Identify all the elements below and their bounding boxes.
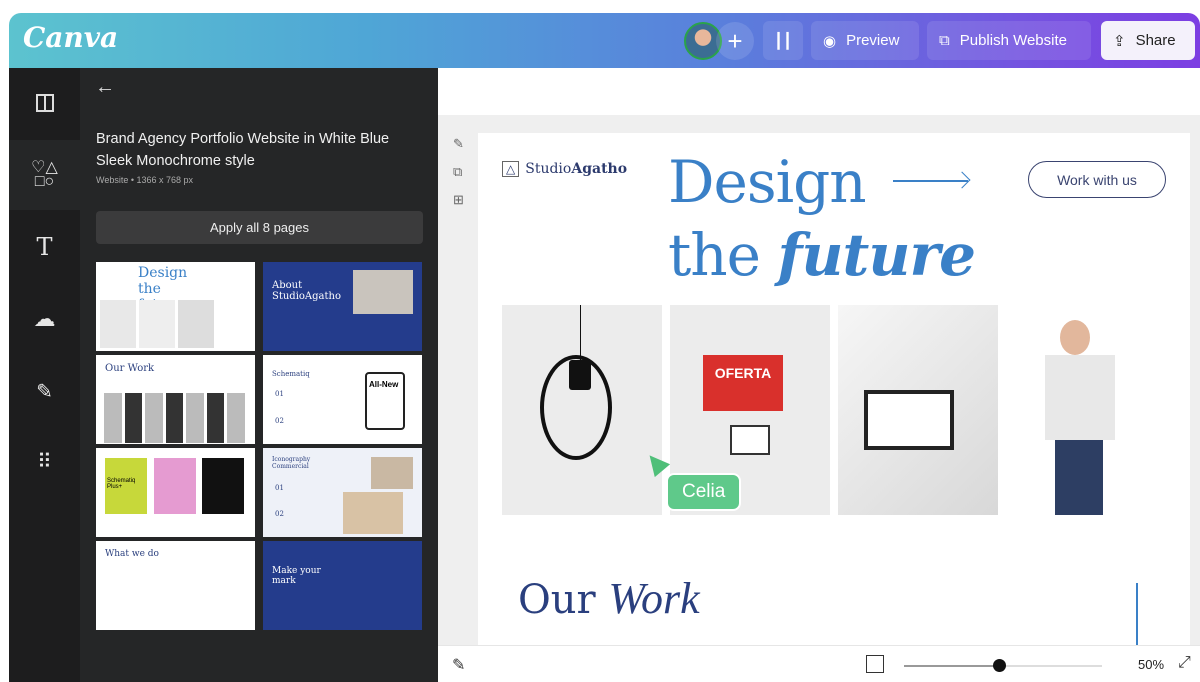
thumb-title: What we do: [105, 549, 159, 559]
zoom-level[interactable]: 50%: [1138, 657, 1164, 672]
duplicate-page-icon[interactable]: ⧉: [453, 164, 464, 180]
zoom-slider-fill: [904, 665, 1000, 667]
oferta-text: OFERTA: [703, 355, 783, 411]
template-title: Brand Agency Portfolio Website in White …: [96, 131, 390, 169]
rail-elements[interactable]: ♡△ □○: [9, 140, 80, 210]
upload-cloud-icon: ☁: [33, 306, 56, 331]
template-subtitle: Website • 1366 x 768 px: [96, 175, 194, 185]
arrow-right-icon: [893, 180, 968, 182]
our-work-heading[interactable]: Our Work: [518, 573, 700, 624]
apps-grid-icon: ⠿: [37, 450, 52, 473]
thumb-num: 01: [275, 484, 284, 492]
hero-line-1[interactable]: Design: [668, 148, 867, 216]
rail-apps[interactable]: ⠿: [9, 426, 80, 496]
zoom-slider[interactable]: [904, 659, 1102, 672]
publish-label: Publish Website: [959, 32, 1067, 49]
elements-icon: ♡△ □○: [31, 159, 58, 190]
design-layout-icon: [35, 94, 54, 112]
publish-icon: ⧉: [939, 32, 950, 49]
canva-window: Canva + ┃┃ ◉ Preview ⧉ Publish Website ⇪ Sh…: [9, 13, 1200, 682]
woman-with-phones-image[interactable]: [1005, 305, 1165, 515]
publish-website-button[interactable]: ⧉ Publish Website: [927, 21, 1091, 60]
fullscreen-icon[interactable]: ⤢: [1178, 654, 1191, 672]
add-page-icon[interactable]: ⊞: [453, 192, 464, 208]
template-page-thumb[interactable]: Iconography Commercial 01 02: [263, 448, 422, 537]
editor-canvas: ✎ ⧉ ⊞ △ Studio Agatho Design the future Wo…: [438, 68, 1200, 682]
bottom-bar: ✎ 50% ⤢: [438, 645, 1200, 682]
grid-view-icon[interactable]: [866, 655, 884, 673]
text-icon: T: [36, 233, 53, 261]
canva-logo[interactable]: Canva: [23, 21, 118, 54]
studio-brand: △ Studio Agatho: [502, 161, 627, 177]
hero-line-2a: the: [668, 221, 778, 289]
template-page-thumb[interactable]: Schematiq 01 02 All-New: [263, 355, 422, 444]
zoom-slider-knob[interactable]: [993, 659, 1007, 672]
thumb-title: Our Work: [105, 363, 155, 374]
thumb-num: 02: [275, 510, 284, 518]
preview-button[interactable]: ◉ Preview: [811, 21, 919, 60]
preview-label: Preview: [846, 32, 900, 49]
collaborator-label: Celia: [666, 473, 742, 511]
thumb-title: Schematiq: [272, 370, 310, 378]
rail-design[interactable]: [9, 68, 80, 138]
notes-icon[interactable]: ✎: [453, 136, 464, 152]
rail-draw[interactable]: ✎: [9, 356, 80, 426]
top-bar: Canva + ┃┃ ◉ Preview ⧉ Publish Website ⇪ Sh…: [9, 13, 1200, 68]
template-page-thumb[interactable]: Design the future: [96, 262, 255, 351]
insights-button[interactable]: ┃┃: [763, 21, 803, 60]
template-page-thumb[interactable]: Schematiq Plus+: [96, 448, 255, 537]
template-page-thumb[interactable]: About StudioAgatho: [263, 262, 422, 351]
hero-line-2[interactable]: the future: [668, 221, 976, 289]
rail-uploads[interactable]: ☁: [9, 284, 80, 354]
our-text: Our: [518, 577, 609, 623]
apply-all-pages-button[interactable]: Apply all 8 pages: [96, 211, 423, 244]
thumb-title: Schematiq Plus+: [105, 458, 147, 514]
brand-a: Studio: [525, 161, 572, 177]
divider-line: [1136, 583, 1138, 645]
hero-line-2b: future: [777, 221, 976, 289]
thumb-num: 02: [275, 417, 284, 425]
pendant-lamp-image[interactable]: [502, 305, 662, 515]
work-text: Work: [608, 574, 700, 623]
thumb-extra: All-New: [365, 372, 405, 430]
work-with-us-button[interactable]: Work with us: [1028, 161, 1166, 198]
notes-icon[interactable]: ✎: [452, 655, 465, 675]
thumb-num: 01: [275, 390, 284, 398]
template-page-thumb[interactable]: What we do: [96, 541, 255, 630]
template-page-thumb[interactable]: Make your mark: [263, 541, 422, 630]
thumb-title: Make your mark: [272, 566, 321, 586]
website-page[interactable]: △ Studio Agatho Design the future Work wit…: [478, 133, 1190, 645]
share-button[interactable]: ⇪ Share: [1101, 21, 1195, 60]
draw-icon: ✎: [36, 380, 53, 403]
add-collaborator-button[interactable]: +: [716, 22, 754, 60]
brand-b: Agatho: [571, 161, 628, 177]
rail-text[interactable]: T: [9, 212, 80, 282]
left-rail: ♡△ □○ T ☁ ✎ ⠿: [9, 68, 80, 682]
laptop-image[interactable]: [838, 305, 998, 515]
page-tools: ✎ ⧉ ⊞: [453, 136, 464, 208]
template-page-thumb[interactable]: Our Work: [96, 355, 255, 444]
back-arrow-icon[interactable]: ←: [95, 76, 115, 99]
eye-icon: ◉: [823, 32, 837, 50]
template-panel: ← Brand Agency Portfolio Website in Whit…: [80, 68, 438, 682]
thumb-title: About StudioAgatho: [272, 280, 341, 302]
triangle-logo-icon: △: [502, 161, 520, 177]
share-upload-icon: ⇪: [1113, 32, 1126, 50]
share-label: Share: [1135, 32, 1176, 49]
bar-chart-icon: ┃┃: [773, 32, 793, 50]
thumb-title: Iconography Commercial: [272, 456, 311, 470]
